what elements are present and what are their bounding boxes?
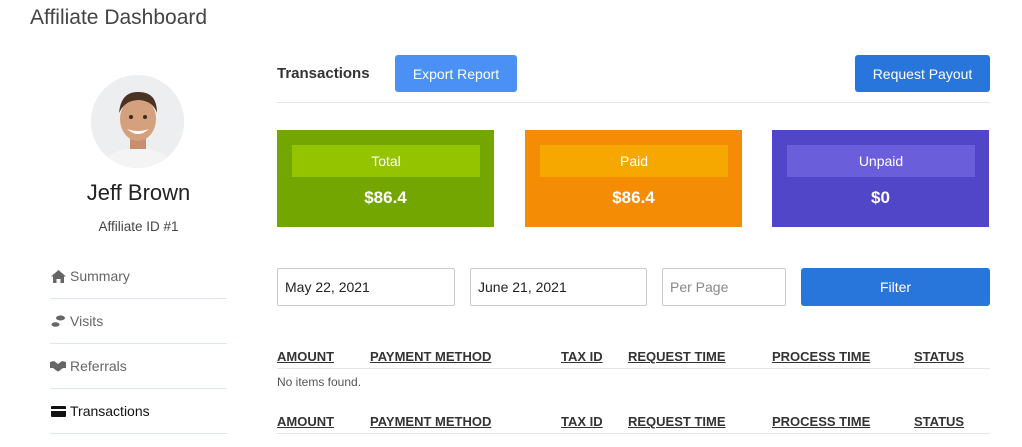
sidebar-item-label: Referrals bbox=[70, 358, 127, 374]
column-header-amount[interactable]: AMOUNT bbox=[277, 349, 334, 364]
profile-name: Jeff Brown bbox=[86, 180, 191, 205]
summary-cards: Total $86.4 Paid $86.4 Unpaid $0 bbox=[277, 130, 990, 227]
paid-card-value: $86.4 bbox=[612, 188, 655, 207]
column-header-payment-method[interactable]: PAYMENT METHOD bbox=[370, 349, 491, 364]
column-footer-status[interactable]: STATUS bbox=[914, 414, 964, 429]
column-footer-request-time[interactable]: REQUEST TIME bbox=[628, 414, 726, 429]
affiliate-id: Affiliate ID #1 bbox=[98, 219, 179, 234]
transactions-header: Transactions Export Report Request Payou… bbox=[277, 55, 990, 103]
sidebar-item-summary[interactable]: Summary bbox=[50, 254, 227, 299]
total-card-label: Total bbox=[292, 145, 480, 177]
sidebar-item-label: Summary bbox=[70, 268, 130, 284]
request-payout-button[interactable]: Request Payout bbox=[855, 55, 990, 92]
filter-button[interactable]: Filter bbox=[801, 268, 990, 306]
column-footer-process-time[interactable]: PROCESS TIME bbox=[772, 414, 870, 429]
column-footer-tax-id[interactable]: TAX ID bbox=[561, 414, 603, 429]
filter-bar: Filter bbox=[277, 268, 990, 306]
column-footer-amount[interactable]: AMOUNT bbox=[277, 414, 334, 429]
column-header-request-time[interactable]: REQUEST TIME bbox=[628, 349, 726, 364]
sidebar-item-label: Visits bbox=[70, 313, 104, 329]
paid-card-label: Paid bbox=[540, 145, 728, 177]
total-card-value: $86.4 bbox=[364, 188, 407, 207]
end-date-input[interactable] bbox=[470, 268, 647, 306]
avatar-image bbox=[91, 75, 184, 168]
sidebar-item-referrals[interactable]: Referrals bbox=[50, 344, 227, 389]
sidebar-item-transactions[interactable]: Transactions bbox=[50, 389, 227, 434]
sidebar-item-visits[interactable]: Visits bbox=[50, 299, 227, 344]
start-date-input[interactable] bbox=[277, 268, 455, 306]
page-title: Affiliate Dashboard bbox=[30, 6, 208, 29]
column-header-process-time[interactable]: PROCESS TIME bbox=[772, 349, 870, 364]
table-header-row: AMOUNT PAYMENT METHOD TAX ID REQUEST TIM… bbox=[277, 341, 990, 369]
handshake-icon bbox=[50, 359, 66, 373]
paid-card: Paid $86.4 bbox=[525, 130, 742, 227]
column-footer-payment-method[interactable]: PAYMENT METHOD bbox=[370, 414, 491, 429]
empty-message: No items found. bbox=[277, 375, 362, 389]
export-report-button[interactable]: Export Report bbox=[395, 55, 517, 92]
column-header-tax-id[interactable]: TAX ID bbox=[561, 349, 603, 364]
footsteps-icon bbox=[50, 314, 66, 328]
transactions-table-head: AMOUNT PAYMENT METHOD TAX ID REQUEST TIM… bbox=[277, 341, 990, 369]
unpaid-card-label: Unpaid bbox=[787, 145, 975, 177]
transactions-title: Transactions bbox=[277, 65, 370, 82]
avatar bbox=[91, 75, 184, 168]
unpaid-card: Unpaid $0 bbox=[772, 130, 989, 227]
unpaid-card-value: $0 bbox=[871, 188, 890, 207]
total-card: Total $86.4 bbox=[277, 130, 494, 227]
table-footer-row: AMOUNT PAYMENT METHOD TAX ID REQUEST TIM… bbox=[277, 406, 990, 434]
per-page-input[interactable] bbox=[662, 268, 786, 306]
sidebar-item-label: Transactions bbox=[70, 403, 150, 419]
sidebar-nav: Summary Visits Referrals Transactions bbox=[50, 254, 227, 434]
credit-card-icon bbox=[50, 404, 66, 418]
home-icon bbox=[50, 269, 66, 283]
column-header-status[interactable]: STATUS bbox=[914, 349, 964, 364]
transactions-table-foot: AMOUNT PAYMENT METHOD TAX ID REQUEST TIM… bbox=[277, 406, 990, 434]
